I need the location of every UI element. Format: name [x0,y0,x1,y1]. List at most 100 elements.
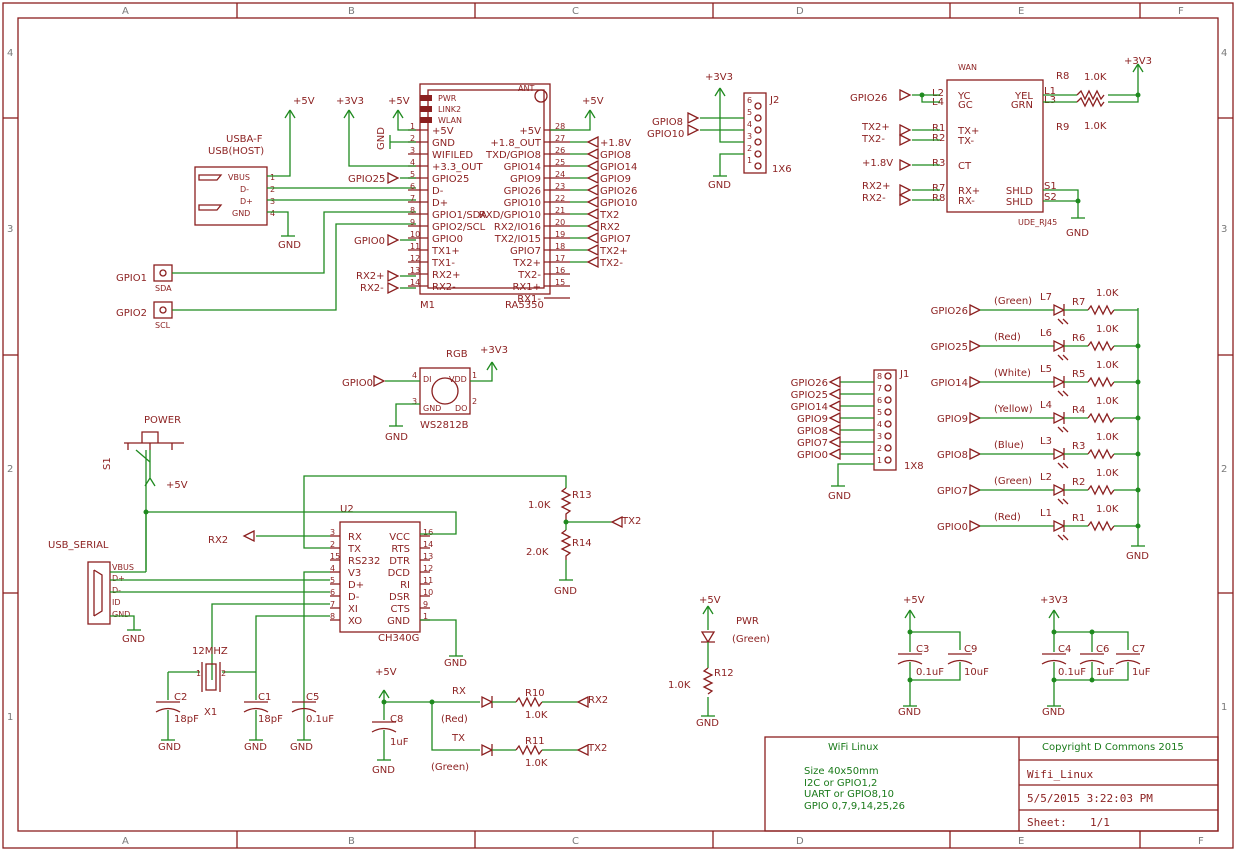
svg-text:ID: ID [112,598,121,607]
m1-right-net-flags: +1.8VGPIO8GPIO14GPIO9GPIO26GPIO10TX2RX2G… [570,135,637,269]
col-label-top: D [796,6,804,17]
m1-right-pins: +5V 28+1.8_OUT 27TXD/GPIO8 26GPIO14 25GPIO9 2… [479,122,570,305]
title-sheet-label: Sheet: [1027,816,1067,829]
m1-pin-number: 8 [410,206,415,215]
m1-pin-label: TX2/IO15 [494,234,541,245]
svg-text:R13: R13 [572,490,592,501]
svg-text:TX2: TX2 [621,516,641,527]
j1-net-label: GPIO14 [791,402,828,413]
wan-rj45: WAN UDE_RJ45 YCL2GCL4TX+R1TX-R2CTR3RX+R7… [850,56,1152,239]
led-row: GPIO9 (Yellow) L4 R4 1.0K [937,396,1141,433]
svg-text:POWER: POWER [144,415,181,426]
svg-text:C3: C3 [916,644,929,655]
svg-text:GND: GND [376,127,387,150]
svg-text:DO: DO [455,404,467,413]
svg-text:TX2: TX2 [587,743,607,754]
m1-net-label: +1.8V [600,138,631,149]
svg-text:RX2: RX2 [588,695,608,706]
svg-text:J2: J2 [769,95,779,106]
svg-text:GPIO26: GPIO26 [850,93,887,104]
j1-pin-number: 7 [877,384,882,393]
led-color-label: (Yellow) [994,404,1033,415]
svg-text:4: 4 [412,371,417,380]
m1-pin-label: GPIO7 [510,246,541,257]
col-label-top: B [348,6,355,17]
svg-text:GND: GND [158,742,181,753]
svg-text:+5V: +5V [903,595,925,606]
svg-text:2.0K: 2.0K [526,547,549,558]
col-label-bottom: C [572,836,579,847]
svg-text:R10: R10 [525,688,545,699]
m1-pin-label: GPIO0 [432,234,463,245]
svg-text:LINK2: LINK2 [438,105,461,114]
svg-text:GPIO0: GPIO0 [354,236,385,247]
svg-text:C5: C5 [306,692,319,703]
col-label-top: A [122,6,129,17]
svg-text:GPIO25: GPIO25 [348,174,385,185]
u2-pin-label: DCD [388,568,411,579]
svg-text:GND: GND [423,404,441,413]
m1-pin-number: 18 [555,242,565,251]
svg-text:+3V3: +3V3 [1040,595,1068,606]
u2-pin-number: 2 [330,540,335,549]
svg-text:PWR: PWR [736,616,759,627]
row-label-right: 4 [1221,48,1227,59]
led-ref: L3 [1040,436,1052,447]
u2-pin-number: 3 [330,528,335,537]
svg-text:4: 4 [270,209,275,218]
svg-text:+5V: +5V [582,96,604,107]
m1-net-label: TX2+ [599,246,628,257]
u2-pin-label: RI [400,580,410,591]
led-ref: L6 [1040,328,1052,339]
u2-pin-number: 6 [330,588,335,597]
u2-pin-number: 13 [423,552,433,561]
svg-text:1uF: 1uF [1096,667,1115,678]
u2-pin-number: 8 [330,612,335,621]
svg-text:GND: GND [696,718,719,729]
svg-text:(Green): (Green) [431,762,469,773]
led-color-label: (Red) [994,512,1021,523]
m1-net-label: GPIO26 [600,186,637,197]
m1-pin-label: RX1- [517,294,541,305]
m1-net-label: GPIO14 [600,162,637,173]
svg-text:C1: C1 [258,692,271,703]
col-label-bottom: D [796,836,804,847]
u2-pin-number: 5 [330,576,335,585]
svg-text:VBUS: VBUS [112,563,134,572]
svg-text:1X6: 1X6 [772,164,792,175]
m1-net-label: GPIO7 [600,234,631,245]
svg-text:+3V3: +3V3 [705,72,733,83]
svg-text:10uF: 10uF [964,667,989,678]
res-ref: R5 [1072,369,1085,380]
m1-pin-label: D- [432,186,444,197]
svg-text:TX: TX [451,733,465,744]
led-color-label: (Blue) [994,440,1024,451]
j1-pin-number: 4 [877,420,882,429]
svg-text:DI: DI [423,375,432,384]
svg-text:1uF: 1uF [390,737,409,748]
led-color-label: (Green) [994,296,1032,307]
m1-net-label: GPIO10 [600,198,637,209]
pwr-led: +5V GND PWR (Green) R12 1.0K [668,595,770,729]
res-ref: R4 [1072,405,1085,416]
led-net-label: GPIO25 [931,342,968,353]
wan-pin-label: RX- [958,196,975,207]
m1-pin-label: TX2+ [512,258,541,269]
m1-pin-label: D+ [432,198,448,209]
svg-text:1X8: 1X8 [904,461,924,472]
col-label-top: C [572,6,579,17]
led-row: GPIO26 (Green) L7 R7 1.0K [931,288,1138,325]
svg-text:+5V: +5V [699,595,721,606]
power-switch-s1: POWER S1 +5V [102,415,188,570]
m1-net-label: TX2- [599,258,623,269]
svg-text:+5V: +5V [375,667,397,678]
j1-pin-number: 8 [877,372,882,381]
svg-text:GPIO8: GPIO8 [652,117,683,128]
svg-text:C7: C7 [1132,644,1145,655]
j1-pin-number: 3 [877,432,882,441]
svg-text:WS2812B: WS2812B [420,420,469,431]
u2-pin-label: D- [348,592,360,603]
col-label-bottom: A [122,836,129,847]
svg-text:USB_SERIAL: USB_SERIAL [48,540,109,551]
decoupling-3v3: +3V3 C4 0.1uF C6 1uF C7 1uF GND [1040,595,1151,718]
